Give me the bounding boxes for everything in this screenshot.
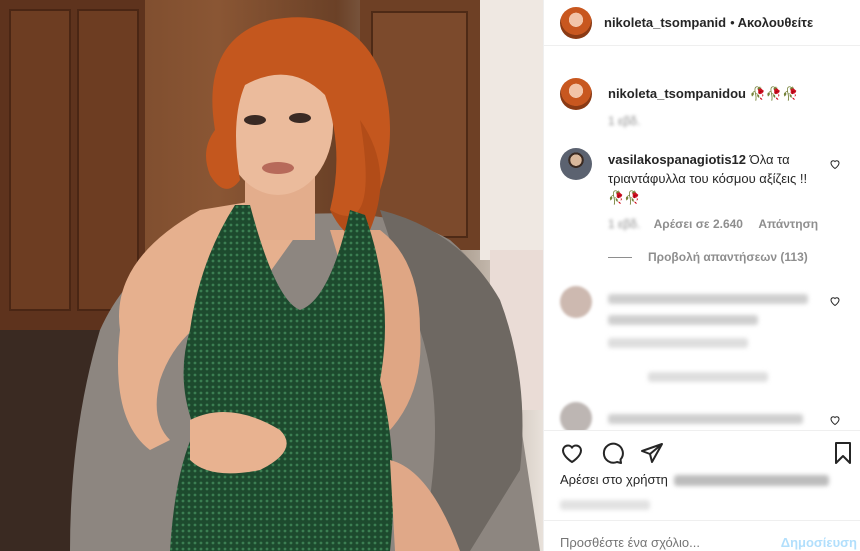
caption-username[interactable]: nikoleta_tsompanidou: [608, 86, 746, 101]
comment-likes[interactable]: Αρέσει σε 2.640: [654, 217, 743, 231]
post-header: nikoleta_tsompanid • Ακολουθείτε: [544, 0, 860, 46]
post-actions: [544, 430, 860, 470]
view-replies-button[interactable]: Προβολή απαντήσεων (113): [608, 250, 808, 264]
blurred-meta: [608, 338, 748, 348]
caption-time: 1 εβδ.: [608, 114, 641, 128]
post-photo[interactable]: [0, 0, 543, 551]
commenter-avatar[interactable]: [560, 286, 592, 318]
comment-item-blurred: [560, 402, 850, 430]
author-avatar[interactable]: [560, 6, 592, 39]
like-comment-icon[interactable]: [829, 158, 841, 170]
blurred-view-replies: [648, 372, 768, 382]
caption-text: 🥀🥀🥀: [749, 86, 799, 101]
blurred-liker-name[interactable]: [673, 475, 829, 487]
add-comment-bar: Δημοσίευση: [544, 520, 860, 551]
comment-icon[interactable]: [600, 441, 624, 465]
like-comment-icon[interactable]: [829, 414, 841, 426]
blurred-comment-line: [608, 315, 758, 325]
post-sidebar: nikoleta_tsompanid • Ακολουθείτε nikolet…: [543, 0, 860, 551]
author-username[interactable]: nikoleta_tsompanid: [604, 15, 726, 30]
view-replies-label: Προβολή απαντήσεων (113): [648, 250, 808, 264]
separator-dot: •: [730, 15, 735, 30]
blurred-post-date: [560, 500, 650, 510]
blurred-comment-line: [608, 414, 803, 424]
comment-item-blurred: [560, 286, 850, 330]
caption-avatar[interactable]: [560, 78, 592, 110]
reply-button[interactable]: Απάντηση: [758, 217, 818, 231]
likes-summary: Αρέσει στο χρήστη: [560, 472, 829, 487]
following-button[interactable]: Ακολουθείτε: [738, 15, 814, 30]
comment-time: 1 εβδ.: [608, 217, 641, 231]
comment-meta: 1 εβδ. Αρέσει σε 2.640 Απάντηση: [608, 217, 818, 231]
blurred-comment-line: [608, 294, 808, 304]
comment-item: vasilakospanagiotis12 Όλα τα τριαντάφυλλ…: [560, 148, 850, 207]
commenter-avatar[interactable]: [560, 148, 592, 180]
caption: nikoleta_tsompanidou 🥀🥀🥀: [560, 78, 850, 110]
add-comment-input[interactable]: [560, 535, 760, 550]
post-comment-button[interactable]: Δημοσίευση: [781, 535, 857, 550]
photo-illustration: [0, 0, 543, 551]
commenter-username[interactable]: vasilakospanagiotis12: [608, 152, 746, 167]
comments-list[interactable]: nikoleta_tsompanidou 🥀🥀🥀 1 εβδ. vasilako…: [544, 70, 860, 430]
view-replies-line: [608, 256, 632, 258]
like-icon[interactable]: [560, 441, 584, 465]
like-comment-icon[interactable]: [829, 295, 841, 307]
bookmark-icon[interactable]: [831, 441, 855, 465]
commenter-avatar[interactable]: [560, 402, 592, 430]
likes-prefix: Αρέσει στο χρήστη: [560, 472, 668, 487]
share-icon[interactable]: [640, 441, 664, 465]
